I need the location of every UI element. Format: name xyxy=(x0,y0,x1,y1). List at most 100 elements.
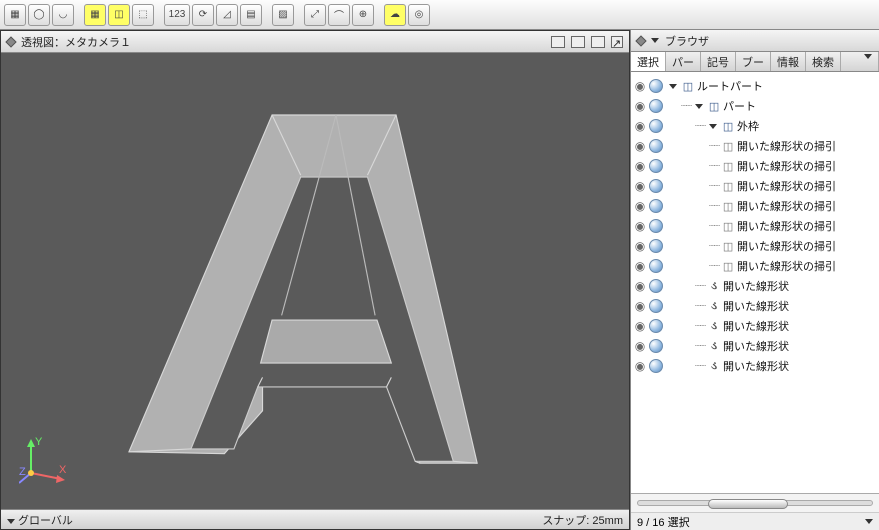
tree-line: ┈┈ xyxy=(709,201,719,212)
layers-icon[interactable]: ▤ xyxy=(240,4,262,26)
visibility-icon[interactable]: ◉ xyxy=(633,279,647,293)
surface-icon[interactable]: ◡ xyxy=(52,4,74,26)
tab-4[interactable]: 情報 xyxy=(771,52,806,71)
view-box-2[interactable] xyxy=(571,36,585,48)
tree-row[interactable]: ◉┈┈ડ開いた線形状 xyxy=(633,296,877,316)
visibility-icon[interactable]: ◉ xyxy=(633,119,647,133)
viewport-title: 透視図：メタカメラ１ xyxy=(21,34,131,50)
tree-row[interactable]: ◉◫ルートパート xyxy=(633,76,877,96)
snap-icon[interactable]: ⤢ xyxy=(304,4,326,26)
horizontal-scrollbar[interactable] xyxy=(631,494,879,512)
chevron-down-icon[interactable] xyxy=(865,519,873,524)
tree-label: ルートパート xyxy=(697,78,763,94)
visibility-icon[interactable]: ◉ xyxy=(633,199,647,213)
viewport-footer: グローバル スナップ: 25mm xyxy=(1,509,629,529)
tab-menu[interactable] xyxy=(841,52,879,71)
visibility-icon[interactable]: ◉ xyxy=(633,239,647,253)
tab-2[interactable]: 記号 xyxy=(701,52,736,71)
bridge-icon[interactable]: ⌒ xyxy=(328,4,350,26)
tree-row[interactable]: ◉┈┈◫開いた線形状の掃引 xyxy=(633,216,877,236)
globe-icon[interactable]: ⊕ xyxy=(352,4,374,26)
ball-icon[interactable] xyxy=(649,119,663,133)
tree-line: ┈┈ xyxy=(695,301,705,312)
model-letter-a xyxy=(1,53,629,509)
visibility-icon[interactable]: ◉ xyxy=(633,319,647,333)
visibility-icon[interactable]: ◉ xyxy=(633,159,647,173)
tree-line: ┈┈ xyxy=(695,281,705,292)
tree-row[interactable]: ◉┈┈◫開いた線形状の掃引 xyxy=(633,196,877,216)
angle-icon[interactable]: ◿ xyxy=(216,4,238,26)
curve-icon: ડ xyxy=(707,319,721,333)
ball-icon[interactable] xyxy=(649,179,663,193)
ball-icon[interactable] xyxy=(649,299,663,313)
coord-mode[interactable]: グローバル xyxy=(7,512,73,528)
tree-row[interactable]: ◉┈┈◫開いた線形状の掃引 xyxy=(633,156,877,176)
ball-icon[interactable] xyxy=(649,319,663,333)
disclosure-icon[interactable] xyxy=(669,84,677,89)
visibility-icon[interactable]: ◉ xyxy=(633,219,647,233)
tab-0[interactable]: 選択 xyxy=(631,52,666,71)
wire-icon[interactable]: ▦ xyxy=(4,4,26,26)
cloud-icon[interactable]: ☁ xyxy=(384,4,406,26)
viewport-canvas[interactable]: Y X Z xyxy=(1,53,629,509)
diamond-icon[interactable] xyxy=(5,36,16,47)
chevron-down-icon[interactable] xyxy=(651,38,659,43)
visibility-icon[interactable]: ◉ xyxy=(633,359,647,373)
tab-1[interactable]: パー xyxy=(666,52,701,71)
ball-icon[interactable] xyxy=(649,219,663,233)
grid-icon[interactable]: ▦ xyxy=(84,4,106,26)
browser-title: ブラウザ xyxy=(665,33,709,49)
tree-row[interactable]: ◉┈┈ડ開いた線形状 xyxy=(633,336,877,356)
tree-row[interactable]: ◉┈┈◫開いた線形状の掃引 xyxy=(633,176,877,196)
visibility-icon[interactable]: ◉ xyxy=(633,179,647,193)
sweep-icon: ◫ xyxy=(721,179,735,193)
tree-label: 開いた線形状の掃引 xyxy=(737,258,836,274)
hatch-icon[interactable]: ▨ xyxy=(272,4,294,26)
target-icon[interactable]: ◎ xyxy=(408,4,430,26)
view-box-4[interactable]: ↗ xyxy=(611,36,623,48)
tree-row[interactable]: ◉┈┈◫外枠 xyxy=(633,116,877,136)
tab-3[interactable]: ブー xyxy=(736,52,771,71)
browser-header: ブラウザ xyxy=(631,30,879,52)
tab-5[interactable]: 検索 xyxy=(806,52,841,71)
ball-icon[interactable] xyxy=(649,339,663,353)
snap-readout: スナップ: 25mm xyxy=(542,512,623,528)
cylinder-icon[interactable]: ◯ xyxy=(28,4,50,26)
visibility-icon[interactable]: ◉ xyxy=(633,299,647,313)
view-box-1[interactable] xyxy=(551,36,565,48)
tree-row[interactable]: ◉┈┈◫開いた線形状の掃引 xyxy=(633,236,877,256)
diamond-icon[interactable] xyxy=(635,35,646,46)
cube-icon[interactable]: ◫ xyxy=(108,4,130,26)
rotate-icon[interactable]: ⟳ xyxy=(192,4,214,26)
tree-row[interactable]: ◉ ┈┈ડ開いた線形状 xyxy=(633,316,877,336)
ball-icon[interactable] xyxy=(649,199,663,213)
ball-icon[interactable] xyxy=(649,259,663,273)
visibility-icon[interactable]: ◉ xyxy=(633,259,647,273)
ball-icon[interactable] xyxy=(649,239,663,253)
size-icon[interactable]: ⬚ xyxy=(132,4,154,26)
visibility-icon[interactable]: ◉ xyxy=(633,339,647,353)
tree-row[interactable]: ◉┈┈ડ開いた線形状 xyxy=(633,356,877,376)
disclosure-icon[interactable] xyxy=(709,124,717,129)
browser-tree[interactable]: ◉◫ルートパート◉┈┈◫パート◉┈┈◫外枠◉┈┈◫開いた線形状の掃引◉┈┈◫開い… xyxy=(631,72,879,493)
tree-line: ┈┈ xyxy=(695,321,705,332)
ball-icon[interactable] xyxy=(649,139,663,153)
tree-row[interactable]: ◉┈┈ડ開いた線形状 xyxy=(633,276,877,296)
visibility-icon[interactable]: ◉ xyxy=(633,139,647,153)
ball-icon[interactable] xyxy=(649,99,663,113)
tree-line: ┈┈ xyxy=(695,121,705,132)
visibility-icon[interactable]: ◉ xyxy=(633,99,647,113)
tree-row[interactable]: ◉┈┈◫パート xyxy=(633,96,877,116)
ball-icon[interactable] xyxy=(649,79,663,93)
visibility-icon[interactable]: ◉ xyxy=(633,79,647,93)
disclosure-icon[interactable] xyxy=(695,104,703,109)
ball-icon[interactable] xyxy=(649,159,663,173)
ball-icon[interactable] xyxy=(649,359,663,373)
ball-icon[interactable] xyxy=(649,279,663,293)
dim-icon[interactable]: 123 xyxy=(164,4,190,26)
view-box-3[interactable] xyxy=(591,36,605,48)
tree-row[interactable]: ◉┈┈◫開いた線形状の掃引 xyxy=(633,256,877,276)
tree-row[interactable]: ◉┈┈◫開いた線形状の掃引 xyxy=(633,136,877,156)
tree-label: 開いた線形状 xyxy=(723,318,789,334)
axis-gizmo[interactable]: Y X Z xyxy=(19,435,69,485)
